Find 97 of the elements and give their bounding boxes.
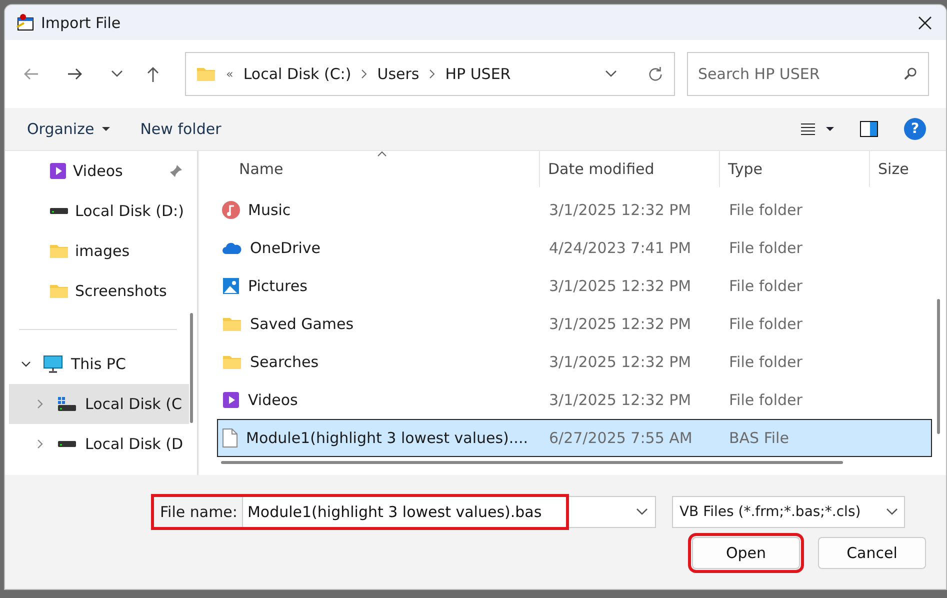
caret-icon <box>102 127 110 131</box>
type-cell-text: File folder <box>728 239 804 257</box>
scrollbar-thumb[interactable] <box>190 313 193 423</box>
date-cell-text: 3/1/2025 12:32 PM <box>548 353 692 371</box>
file-row[interactable]: Videos 3/1/2025 12:32 PM File folder <box>217 381 932 419</box>
help-button[interactable]: ? <box>904 118 926 140</box>
folder-icon <box>49 283 69 299</box>
scrollbar-thumb[interactable] <box>221 461 843 464</box>
view-list-icon[interactable] <box>800 122 816 136</box>
tree-label: Local Disk (C <box>85 395 182 413</box>
sidebar-item[interactable]: Screenshots <box>5 271 189 311</box>
drive-icon <box>57 439 77 449</box>
up-arrow-icon[interactable] <box>145 65 161 83</box>
column-header[interactable]: Date modified <box>540 151 720 187</box>
file-name: Module1(highlight 3 lowest values).... <box>246 429 528 447</box>
file-row[interactable]: Searches 3/1/2025 12:32 PM File folder <box>217 343 932 381</box>
picture-icon <box>222 277 240 295</box>
file-name: Music <box>248 201 291 219</box>
tree-label: This PC <box>71 355 126 373</box>
monitor-icon <box>43 355 63 373</box>
cancel-button[interactable]: Cancel <box>818 537 926 569</box>
app-icon <box>15 12 35 32</box>
date-cell-text: 3/1/2025 12:32 PM <box>548 315 692 333</box>
window-title: Import File <box>41 14 121 32</box>
sidebar-label: images <box>75 242 130 260</box>
scrollbar-thumb[interactable] <box>937 299 940 434</box>
date-cell-text: 3/1/2025 12:32 PM <box>548 277 692 295</box>
file-name-label: File name: <box>160 503 238 521</box>
system-drive-icon <box>57 396 77 412</box>
folder-icon <box>49 243 69 259</box>
film-icon <box>49 162 67 180</box>
type-cell-text: File folder <box>728 201 804 219</box>
document-icon <box>222 428 238 448</box>
file-row[interactable]: OneDrive 4/24/2023 7:41 PM File folder <box>217 229 932 267</box>
type-cell-text: File folder <box>728 277 804 295</box>
type-cell-text: File folder <box>728 353 804 371</box>
breadcrumb[interactable]: Users <box>377 65 420 83</box>
folder-icon <box>222 316 242 332</box>
chevron-right-icon <box>361 69 368 79</box>
chevron-down-icon[interactable] <box>636 508 648 516</box>
file-type-dropdown[interactable]: VB Files (*.frm;*.bas;*.cls) <box>672 496 906 528</box>
column-header[interactable]: Type <box>720 151 870 187</box>
chevron-down-icon[interactable] <box>111 70 123 78</box>
sidebar-label: Videos <box>73 162 123 180</box>
tree-item[interactable]: Local Disk (D <box>9 424 189 464</box>
address-bar[interactable]: « Local Disk (C:) Users HP USER <box>185 52 675 96</box>
new-folder-button[interactable]: New folder <box>130 116 232 142</box>
file-name: Videos <box>248 391 298 409</box>
search-icon <box>904 67 917 80</box>
chevron-icon[interactable] <box>21 359 31 369</box>
file-name-field[interactable]: Module1(highlight 3 lowest values).bas <box>242 496 656 528</box>
file-row[interactable]: Module1(highlight 3 lowest values).... 6/27/2025 7:55 AM BAS File <box>217 419 932 457</box>
chevron-down-icon <box>886 508 898 516</box>
folder-icon <box>222 354 242 370</box>
pin-icon[interactable] <box>169 164 183 178</box>
file-name: Pictures <box>248 277 308 295</box>
caret-icon[interactable] <box>826 127 834 131</box>
cloud-icon <box>222 241 242 255</box>
sidebar-item[interactable]: Videos <box>5 151 189 191</box>
tree-label: Local Disk (D <box>85 435 184 453</box>
sidebar-label: Screenshots <box>75 282 167 300</box>
refresh-icon[interactable] <box>647 66 664 82</box>
close-icon[interactable] <box>918 16 932 30</box>
tree-item[interactable]: Local Disk (C <box>9 384 189 424</box>
music-note-icon <box>222 201 240 219</box>
type-cell-text: File folder <box>728 391 804 409</box>
film-icon <box>222 391 240 409</box>
breadcrumb[interactable]: Local Disk (C:) <box>243 65 352 83</box>
tree-item[interactable]: This PC <box>5 344 189 384</box>
file-name: OneDrive <box>250 239 321 257</box>
type-cell-text: BAS File <box>728 429 790 447</box>
file-name: Saved Games <box>250 315 354 333</box>
forward-arrow-icon[interactable] <box>67 66 83 82</box>
folder-icon <box>196 66 216 82</box>
file-row[interactable]: Music 3/1/2025 12:32 PM File folder <box>217 191 932 229</box>
sidebar-label: Local Disk (D:) <box>75 202 184 220</box>
date-cell-text: 3/1/2025 12:32 PM <box>548 201 692 219</box>
sidebar-item[interactable]: images <box>5 231 189 271</box>
column-header[interactable]: Name <box>217 151 540 187</box>
breadcrumb[interactable]: HP USER <box>445 65 511 83</box>
drive-icon <box>49 206 69 216</box>
date-cell-text: 4/24/2023 7:41 PM <box>548 239 692 257</box>
preview-pane-icon[interactable] <box>860 121 878 137</box>
file-row[interactable]: Saved Games 3/1/2025 12:32 PM File folder <box>217 305 932 343</box>
date-cell-text: 6/27/2025 7:55 AM <box>548 429 694 447</box>
column-header[interactable]: Size <box>870 151 909 187</box>
sidebar-item[interactable]: Local Disk (D:) <box>5 191 189 231</box>
chevron-right-icon <box>429 69 436 79</box>
file-row[interactable]: Pictures 3/1/2025 12:32 PM File folder <box>217 267 932 305</box>
chevron-down-icon[interactable] <box>605 70 617 78</box>
overflow-chevron[interactable]: « <box>226 67 234 81</box>
type-cell-text: File folder <box>728 315 804 333</box>
organize-menu-button[interactable]: Organize <box>17 116 120 142</box>
search-field[interactable]: Search HP USER <box>687 52 929 96</box>
file-name: Searches <box>250 353 319 371</box>
date-cell-text: 3/1/2025 12:32 PM <box>548 391 692 409</box>
back-arrow-icon[interactable] <box>23 66 39 82</box>
